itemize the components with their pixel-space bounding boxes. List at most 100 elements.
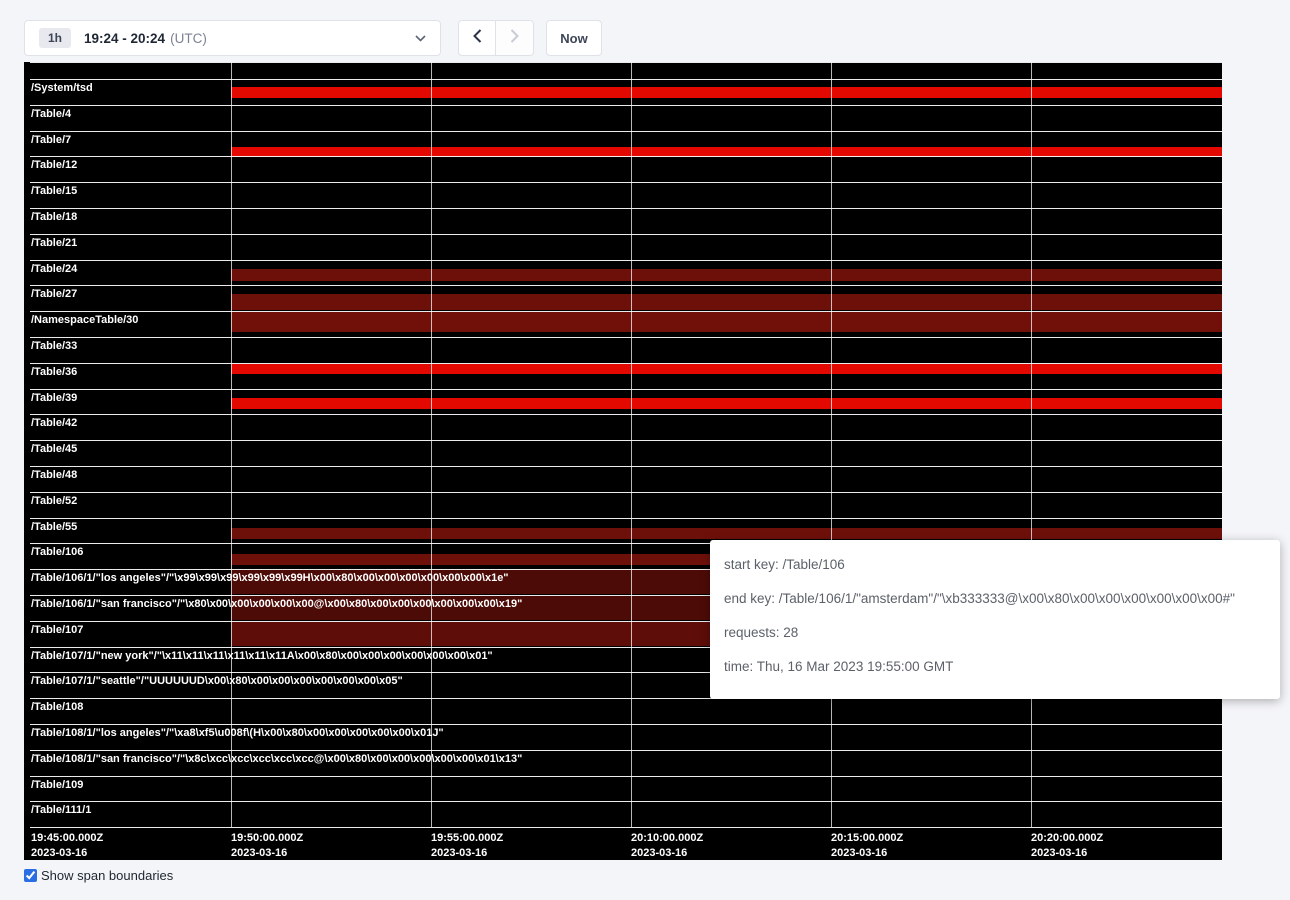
span-boundary-line [30,776,1222,777]
heatmap-row[interactable]: /NamespaceTable/30 [24,311,1222,337]
span-boundary-line [30,389,1222,390]
x-axis-tick-date: 2023-03-16 [231,846,303,860]
next-time-button[interactable] [496,20,534,56]
span-boundary-line [30,440,1222,441]
heat-band[interactable] [231,269,1222,281]
time-range-select[interactable]: 1h 19:24 - 20:24 (UTC) [24,20,441,56]
span-key-label: /Table/4 [31,108,71,120]
x-axis-tick-date: 2023-03-16 [631,846,703,860]
x-axis-tick: 20:20:00.000Z2023-03-16 [1031,831,1103,860]
duration-badge: 1h [39,28,71,48]
heatmap-row[interactable]: /Table/109 [24,776,1222,802]
time-gridline [231,62,232,827]
span-key-label: /Table/107/1/"seattle"/"UUUUUUD\x00\x80\… [31,675,403,687]
span-boundary-line [30,750,1222,751]
heat-band[interactable] [231,87,1222,98]
key-visualizer-page: 1h 19:24 - 20:24 (UTC) Now /System/ [0,0,1290,900]
span-key-label: /Table/21 [31,237,77,249]
span-boundary-line [30,337,1222,338]
x-axis-tick-time: 19:50:00.000Z [231,831,303,846]
heat-band[interactable] [231,364,1222,374]
time-gridline [831,62,832,827]
span-boundary-line [30,208,1222,209]
x-axis-tick-time: 19:45:00.000Z [31,831,103,846]
heatmap-row[interactable]: /Table/15 [24,182,1222,208]
show-span-boundaries-control[interactable]: Show span boundaries [24,868,1266,883]
span-key-label: /Table/106/1/"san francisco"/"\x80\x00\x… [31,598,522,610]
chevron-right-icon [510,29,519,48]
x-axis-tick-date: 2023-03-16 [31,846,103,860]
heatmap-row[interactable]: /Table/27 [24,285,1222,311]
chevron-down-icon [415,35,426,42]
span-boundary-line [30,801,1222,802]
heatmap-row[interactable]: /Table/108/1/"los angeles"/"\xa8\xf5\u00… [24,724,1222,750]
heatmap-row[interactable]: /Table/24 [24,260,1222,286]
span-boundary-line [30,234,1222,235]
span-boundary-line [30,724,1222,725]
heatmap-row[interactable]: /Table/39 [24,389,1222,415]
span-key-label: /Table/108/1/"san francisco"/"\x8c\xcc\x… [31,753,522,765]
span-key-label: /Table/108/1/"los angeles"/"\xa8\xf5\u00… [31,727,444,739]
x-axis-tick: 19:45:00.000Z2023-03-16 [31,831,103,860]
time-gridline [631,62,632,827]
heatmap-row[interactable]: /Table/7 [24,131,1222,157]
heatmap-row[interactable]: /Table/42 [24,414,1222,440]
span-boundary-line [30,156,1222,157]
heat-band[interactable] [231,312,1222,332]
heatmap-row[interactable]: /Table/12 [24,156,1222,182]
now-button[interactable]: Now [546,20,602,56]
span-key-label: /Table/39 [31,392,77,404]
x-axis-tick: 19:55:00.000Z2023-03-16 [431,831,503,860]
span-boundary-line [30,131,1222,132]
x-axis-tick-time: 20:15:00.000Z [831,831,903,846]
time-gridline [1031,62,1032,827]
x-axis-tick-time: 19:55:00.000Z [431,831,503,846]
span-key-label: /Table/106/1/"los angeles"/"\x99\x99\x99… [31,572,509,584]
span-boundary-line [30,105,1222,106]
heat-band[interactable] [231,528,1222,539]
span-key-label: /System/tsd [31,82,93,94]
tooltip-time: time: Thu, 16 Mar 2023 19:55:00 GMT [724,657,1266,677]
visualizer-area: /System/tsd/Table/4/Table/7/Table/12/Tab… [24,62,1266,860]
heatmap-row[interactable]: /Table/48 [24,466,1222,492]
show-span-boundaries-checkbox[interactable] [24,869,37,882]
prev-time-button[interactable] [458,20,496,56]
span-key-label: /Table/107 [31,624,83,636]
span-key-label: /Table/45 [31,443,77,455]
span-boundary-line [30,466,1222,467]
timezone-label: (UTC) [170,31,207,46]
heatmap[interactable]: /System/tsd/Table/4/Table/7/Table/12/Tab… [24,62,1222,860]
span-boundary-line [30,414,1222,415]
tooltip-start-key: start key: /Table/106 [724,555,1266,575]
span-key-label: /Table/7 [31,134,71,146]
span-tooltip: start key: /Table/106 end key: /Table/10… [710,540,1280,699]
span-key-label: /Table/15 [31,185,77,197]
heatmap-row[interactable]: /System/tsd [24,79,1222,105]
span-boundary-line [30,311,1222,312]
heatmap-row[interactable]: /Table/18 [24,208,1222,234]
x-axis-tick: 20:10:00.000Z2023-03-16 [631,831,703,860]
x-axis-tick: 20:15:00.000Z2023-03-16 [831,831,903,860]
time-nav-group [458,20,534,56]
span-boundary-line [30,260,1222,261]
tooltip-requests: requests: 28 [724,623,1266,643]
heatmap-row[interactable]: /Table/33 [24,337,1222,363]
heat-band[interactable] [231,398,1222,409]
heat-band[interactable] [231,147,1222,157]
heatmap-row[interactable]: /Table/52 [24,492,1222,518]
span-boundary-line [30,285,1222,286]
heatmap-row[interactable]: /Table/21 [24,234,1222,260]
heatmap-row[interactable]: /Table/111/1 [24,801,1222,827]
span-key-label: /Table/55 [31,521,77,533]
span-key-label: /Table/111/1 [31,804,91,816]
heatmap-row[interactable]: /Table/108 [24,698,1222,724]
span-key-label: /Table/27 [31,288,77,300]
heat-band[interactable] [231,294,1222,310]
x-axis-tick-date: 2023-03-16 [831,846,903,860]
chevron-left-icon [473,29,482,48]
heatmap-row[interactable]: /Table/36 [24,363,1222,389]
heatmap-row[interactable]: /Table/4 [24,105,1222,131]
span-boundary-line [30,182,1222,183]
heatmap-row[interactable]: /Table/45 [24,440,1222,466]
heatmap-row[interactable]: /Table/108/1/"san francisco"/"\x8c\xcc\x… [24,750,1222,776]
